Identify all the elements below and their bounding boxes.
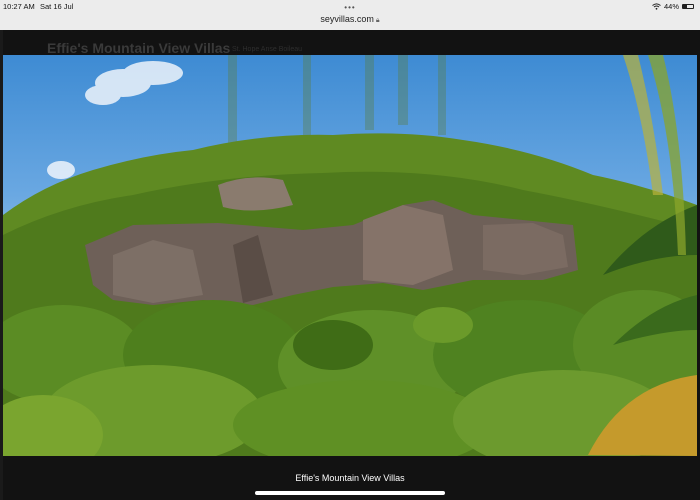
address-field[interactable]: seyvillas.com 🔒︎ — [0, 14, 700, 25]
url-text: seyvillas.com — [320, 14, 374, 24]
mountain-photo-illustration — [3, 55, 697, 456]
lightbox-caption: Effie's Mountain View Villas — [295, 473, 405, 483]
forest-canopy — [3, 290, 697, 456]
lightbox-photo[interactable] — [3, 55, 697, 456]
page-subtitle: St. Hope Anse Boileau — [232, 46, 303, 53]
tab-dots-icon[interactable]: ••• — [0, 3, 700, 12]
home-indicator[interactable] — [255, 491, 445, 495]
page-title: Effie's Mountain View Villas — [47, 40, 231, 56]
browser-url-bar: ••• seyvillas.com 🔒︎ — [0, 0, 700, 30]
lock-icon: 🔒︎ — [375, 17, 380, 24]
